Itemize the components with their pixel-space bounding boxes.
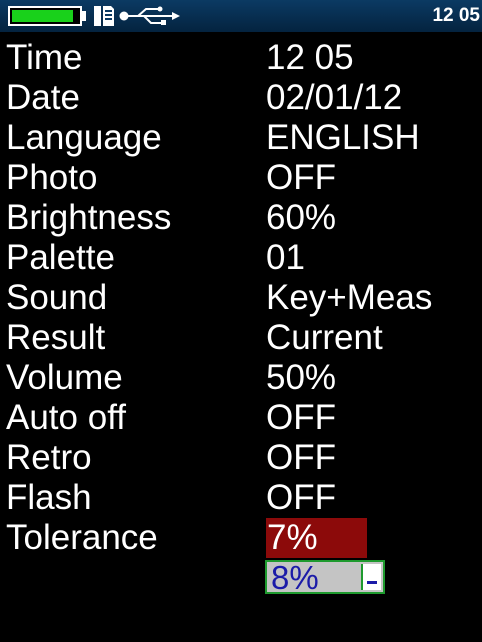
- setting-label: Photo: [6, 158, 98, 197]
- setting-label: Tolerance: [6, 518, 158, 557]
- setting-row-time[interactable]: Time 12 05: [0, 38, 482, 78]
- setting-row-flash[interactable]: Flash OFF: [0, 478, 482, 518]
- setting-label: Result: [6, 318, 106, 357]
- minus-icon[interactable]: [361, 564, 381, 590]
- setting-row-result[interactable]: Result Current: [0, 318, 482, 358]
- settings-list: Time 12 05 Date 02/01/12 Language ENGLIS…: [0, 38, 482, 598]
- editor-value: 8%: [271, 559, 319, 596]
- setting-row-brightness[interactable]: Brightness 60%: [0, 198, 482, 238]
- setting-row-volume[interactable]: Volume 50%: [0, 358, 482, 398]
- battery-level-fill: [12, 10, 73, 22]
- setting-label: Flash: [6, 478, 92, 517]
- setting-value: 50%: [266, 358, 337, 397]
- setting-row-language[interactable]: Language ENGLISH: [0, 118, 482, 158]
- setting-value: 01: [266, 238, 305, 277]
- setting-value: 12 05: [266, 38, 354, 77]
- setting-label: Time: [6, 38, 83, 77]
- setting-value: OFF: [266, 158, 336, 197]
- setting-value: OFF: [266, 398, 336, 437]
- setting-label: Date: [6, 78, 80, 117]
- setting-row-photo[interactable]: Photo OFF: [0, 158, 482, 198]
- setting-value: Current: [266, 318, 383, 357]
- status-bar: 12 05: [0, 0, 482, 32]
- setting-row-retro[interactable]: Retro OFF: [0, 438, 482, 478]
- status-clock: 12 05: [432, 5, 480, 26]
- setting-row-auto-off[interactable]: Auto off OFF: [0, 398, 482, 438]
- setting-row-date[interactable]: Date 02/01/12: [0, 78, 482, 118]
- minus-bar: [367, 581, 377, 584]
- selected-setting-value: 7%: [266, 518, 367, 558]
- usb-icon: [119, 6, 180, 25]
- value-editor-row: 8%: [0, 558, 482, 598]
- setting-value: ENGLISH: [266, 118, 420, 157]
- setting-value: OFF: [266, 478, 336, 517]
- sd-card-icon: [94, 6, 114, 26]
- setting-value: 02/01/12: [266, 78, 403, 117]
- tolerance-value-editor[interactable]: 8%: [265, 559, 385, 596]
- setting-label: Volume: [6, 358, 123, 397]
- setting-value: 60%: [266, 198, 337, 237]
- setting-row-tolerance[interactable]: Tolerance 7%: [0, 518, 482, 558]
- setting-value: OFF: [266, 438, 336, 477]
- setting-label: Language: [6, 118, 162, 157]
- battery-icon: [8, 6, 82, 26]
- setting-label: Sound: [6, 278, 108, 317]
- setting-label: Auto off: [6, 398, 127, 437]
- setting-row-palette[interactable]: Palette 01: [0, 238, 482, 278]
- setting-label: Brightness: [6, 198, 172, 237]
- setting-label: Palette: [6, 238, 115, 277]
- setting-row-sound[interactable]: Sound Key+Meas: [0, 278, 482, 318]
- battery-tip: [82, 11, 86, 21]
- setting-label: Retro: [6, 438, 92, 477]
- setting-value: Key+Meas: [266, 278, 433, 317]
